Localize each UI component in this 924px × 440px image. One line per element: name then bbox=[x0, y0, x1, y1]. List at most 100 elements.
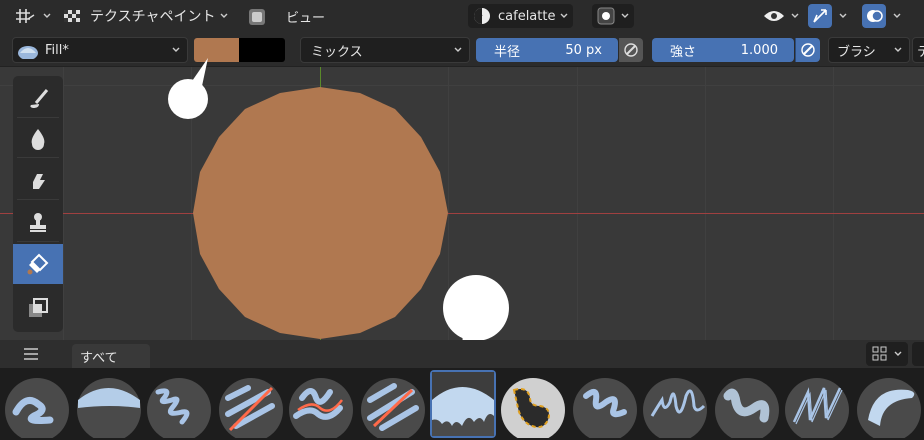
asset-shelf bbox=[0, 368, 924, 440]
chevron-down-icon bbox=[560, 13, 568, 18]
brush-thumbnail[interactable] bbox=[856, 370, 922, 438]
mode-dropdown[interactable]: テクスチャペイント bbox=[62, 4, 229, 28]
tab-all[interactable]: すべて bbox=[72, 344, 150, 368]
stamp-icon bbox=[30, 213, 46, 232]
mode-label: テクスチャペイント bbox=[90, 9, 216, 25]
chevron-down-icon bbox=[172, 47, 180, 52]
editor-type-button[interactable] bbox=[12, 4, 52, 28]
view-menu-label: ビュー bbox=[286, 10, 326, 26]
fill-brush-preview-icon bbox=[432, 372, 494, 436]
strength-slider[interactable]: 強さ 1.000 bbox=[652, 38, 794, 62]
chevron-down-icon bbox=[894, 47, 902, 52]
tool-soften[interactable] bbox=[13, 118, 63, 158]
brush-preview-icon bbox=[147, 378, 211, 438]
tool-settings-bar: Fill* ミックス 半径 50 px 強さ 1.000 ブラシ テ bbox=[0, 32, 924, 67]
mask-icon bbox=[29, 298, 48, 317]
tool-clone[interactable] bbox=[13, 202, 63, 242]
chevron-down-icon bbox=[894, 351, 902, 356]
menu-icon[interactable] bbox=[22, 346, 40, 362]
strength-pressure-toggle[interactable] bbox=[795, 38, 820, 62]
radius-pressure-toggle[interactable] bbox=[619, 38, 643, 62]
tool-panel bbox=[13, 76, 63, 332]
radius-label: 半径 bbox=[494, 44, 521, 60]
overlay-visibility-dropdown[interactable] bbox=[762, 4, 800, 28]
brush-thumbnail[interactable] bbox=[714, 370, 780, 438]
brush-preview-icon bbox=[289, 378, 353, 438]
gizmo-dropdown[interactable] bbox=[808, 4, 848, 28]
brush-preview-icon bbox=[77, 378, 141, 438]
overlays-dropdown[interactable] bbox=[862, 4, 902, 28]
tab-all-label: すべて bbox=[80, 350, 118, 366]
strength-label: 強さ bbox=[670, 44, 697, 60]
texture-icon bbox=[474, 8, 490, 24]
grid-view-icon bbox=[872, 346, 887, 361]
chevron-down-icon bbox=[893, 13, 901, 18]
brush-name: Fill* bbox=[45, 42, 69, 58]
brush-preview-icon bbox=[501, 378, 565, 438]
brush-thumbnail[interactable] bbox=[218, 370, 284, 438]
pen-pressure-icon bbox=[624, 43, 638, 57]
brush-menu-label: ブラシ bbox=[837, 44, 876, 60]
tool-draw[interactable] bbox=[13, 78, 63, 118]
brush-thumbnail[interactable] bbox=[572, 370, 638, 438]
texture-menu-label: テ bbox=[917, 41, 924, 60]
pen-pressure-icon bbox=[801, 43, 815, 57]
drop-icon bbox=[31, 129, 45, 150]
brush-thumbnail[interactable] bbox=[642, 370, 708, 438]
brush-tool-icon bbox=[30, 89, 49, 108]
view-menu[interactable]: ビュー bbox=[286, 4, 325, 28]
chevron-down-icon bbox=[454, 47, 462, 52]
gizmo-icon bbox=[813, 9, 827, 23]
brush-preview-icon bbox=[361, 378, 425, 438]
brush-thumbnail[interactable] bbox=[500, 370, 566, 438]
chevron-down-icon bbox=[43, 13, 51, 18]
brush-thumbnail-selected[interactable] bbox=[430, 370, 496, 438]
brush-thumbnail[interactable] bbox=[288, 370, 354, 438]
filled-polygon bbox=[193, 87, 448, 339]
brush-thumbnail[interactable] bbox=[146, 370, 212, 438]
brush-preview-icon bbox=[715, 378, 779, 438]
brush-selector[interactable]: Fill* bbox=[12, 37, 188, 63]
blend-mode-label: ミックス bbox=[311, 44, 363, 60]
asset-shelf-header: すべて bbox=[0, 340, 924, 368]
eye-icon bbox=[764, 11, 784, 21]
radius-slider[interactable]: 半径 50 px bbox=[476, 38, 618, 62]
strength-value: 1.000 bbox=[740, 42, 778, 58]
tool-fill[interactable] bbox=[13, 244, 63, 284]
tool-mask[interactable] bbox=[13, 288, 63, 328]
canvas-icon bbox=[249, 9, 265, 25]
canvas-toggle-button[interactable] bbox=[246, 5, 268, 29]
checker-icon bbox=[64, 10, 80, 22]
gizmo-toggle[interactable] bbox=[808, 4, 832, 28]
overlays-toggle[interactable] bbox=[862, 4, 886, 28]
texture-menu[interactable]: テ bbox=[912, 37, 924, 63]
brush-thumbnail[interactable] bbox=[784, 370, 850, 438]
display-mode-dropdown[interactable] bbox=[592, 4, 634, 28]
brush-preview-icon bbox=[219, 378, 283, 438]
brush-preview-icon bbox=[573, 378, 637, 438]
brush-preview-icon bbox=[643, 378, 707, 438]
header-bar: テクスチャペイント ビュー cafelatte bbox=[0, 0, 924, 32]
tool-smear[interactable] bbox=[13, 160, 63, 200]
blend-mode-dropdown[interactable]: ミックス bbox=[300, 37, 470, 63]
shelf-collapse-button[interactable] bbox=[912, 342, 924, 366]
brush-preview-icon bbox=[18, 46, 38, 59]
brush-preview-icon bbox=[857, 378, 921, 438]
smear-icon bbox=[33, 174, 45, 189]
secondary-color-swatch[interactable] bbox=[239, 38, 285, 62]
fill-bucket-icon bbox=[27, 253, 49, 275]
brush-thumbnail[interactable] bbox=[360, 370, 426, 438]
radius-value: 50 px bbox=[565, 42, 602, 58]
texture-name: cafelatte bbox=[498, 8, 556, 24]
brush-preview-icon bbox=[5, 378, 69, 438]
editor-grid-icon bbox=[16, 9, 35, 23]
brush-menu[interactable]: ブラシ bbox=[828, 37, 910, 63]
chevron-down-icon bbox=[791, 13, 799, 18]
dot-square-icon bbox=[597, 7, 615, 25]
brush-thumbnail[interactable] bbox=[4, 370, 70, 438]
texture-dropdown[interactable]: cafelatte bbox=[468, 4, 574, 28]
chevron-down-icon bbox=[220, 13, 228, 18]
brush-thumbnail[interactable] bbox=[76, 370, 142, 438]
overlays-icon bbox=[867, 10, 883, 22]
display-settings-dropdown[interactable] bbox=[866, 342, 908, 366]
